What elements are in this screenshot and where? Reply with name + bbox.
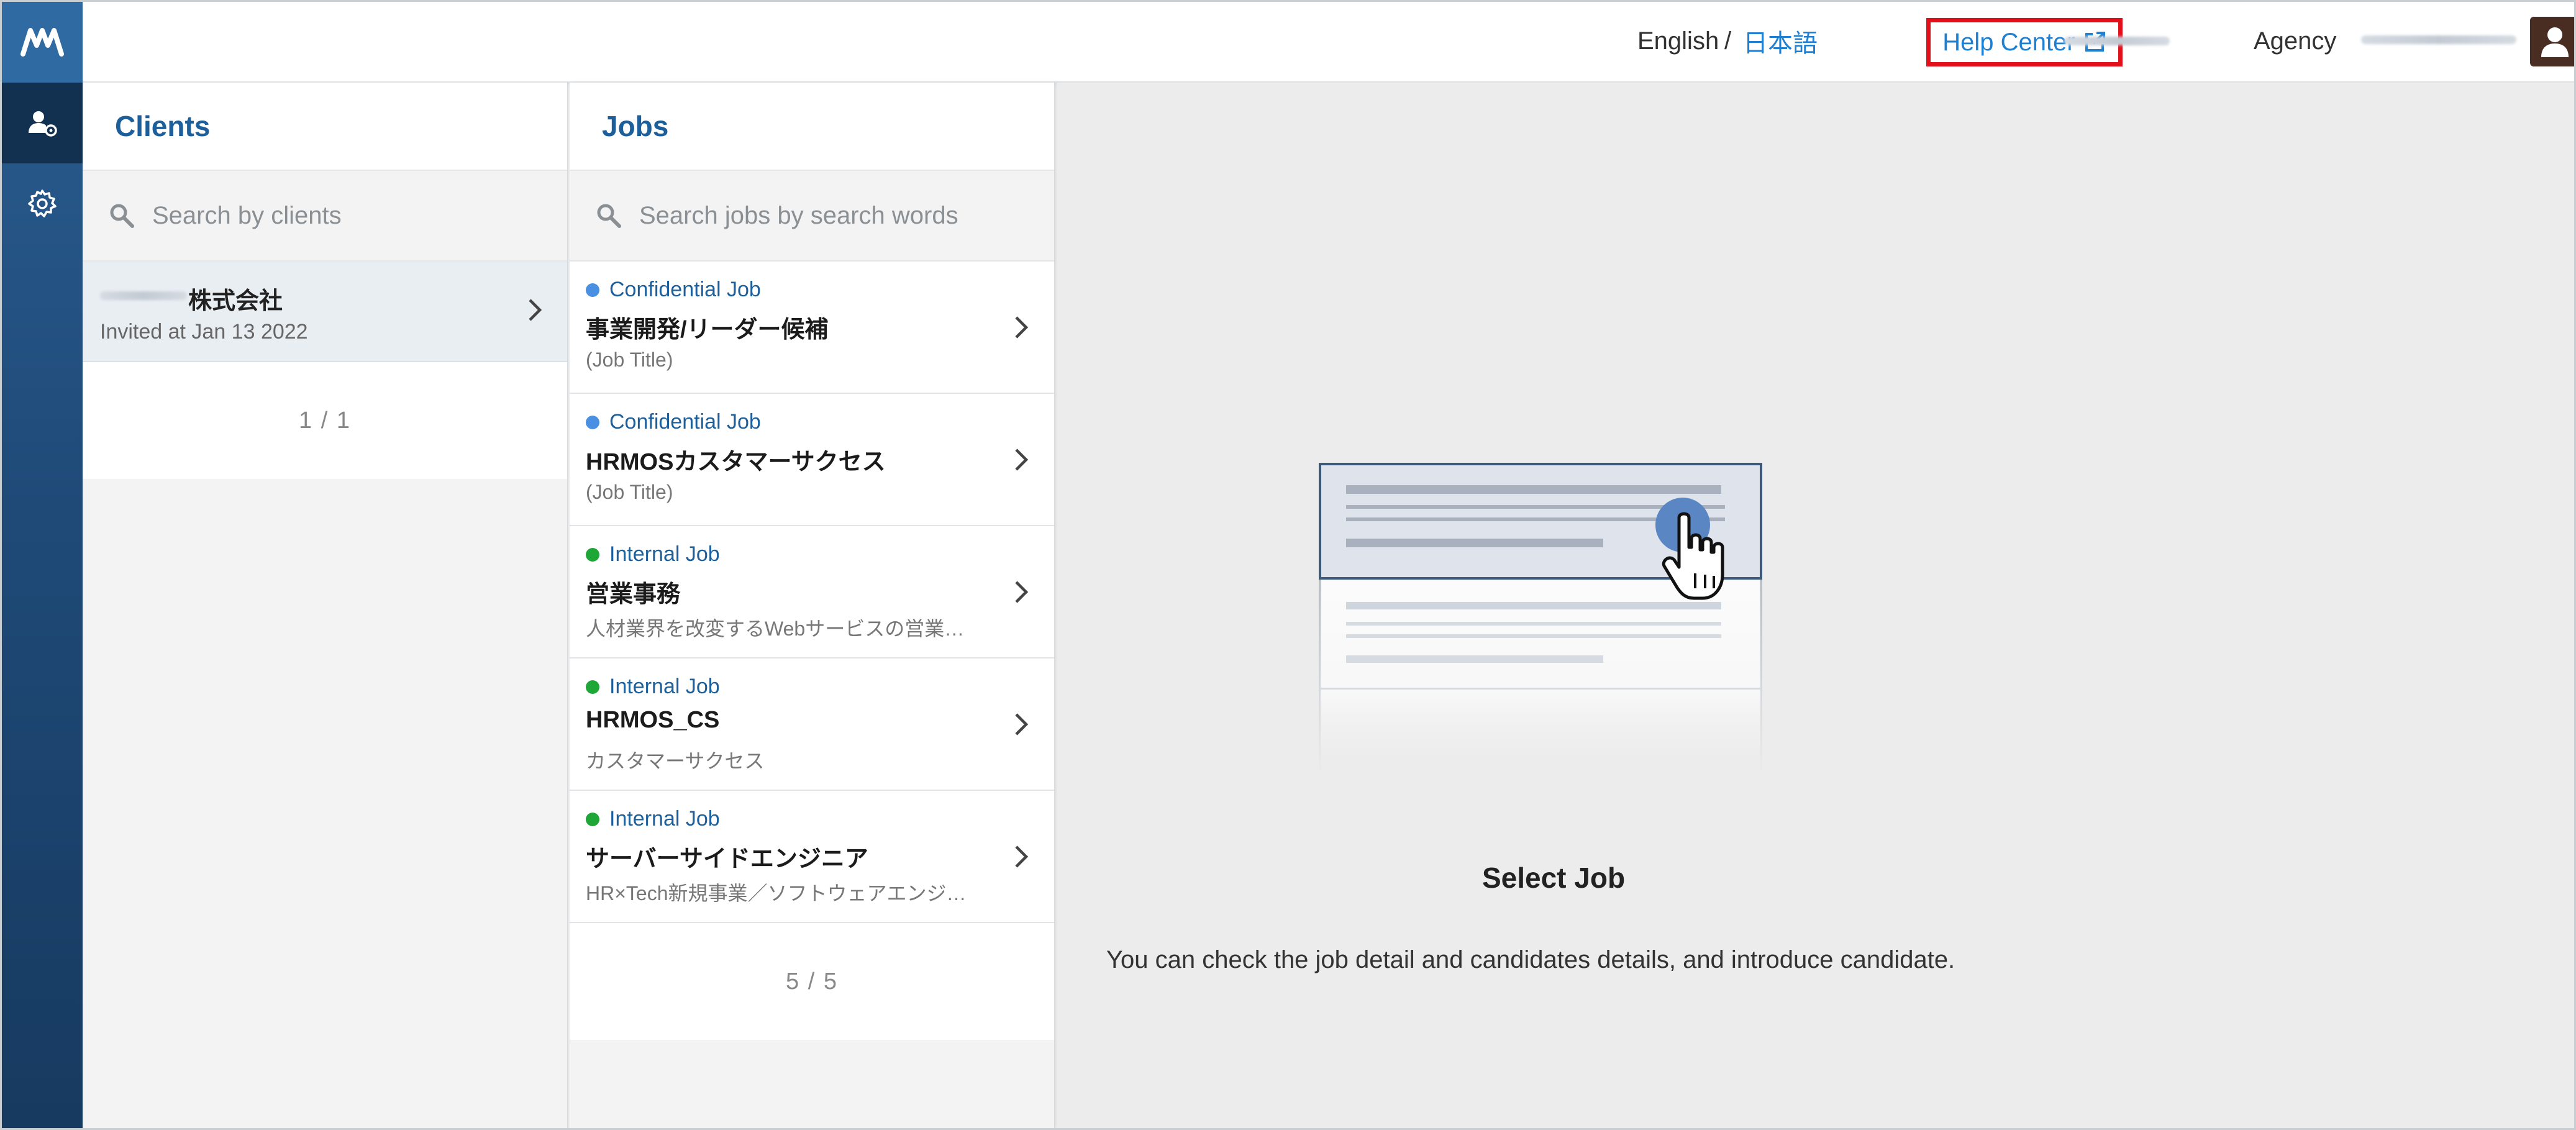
job-title: サーバーサイドエンジニア <box>586 846 868 872</box>
job-type-label: Confidential Job <box>609 410 761 434</box>
language-separator: / <box>1724 27 1732 55</box>
logo-icon <box>20 28 64 57</box>
job-type: Internal Job <box>586 807 720 831</box>
chevron-right-icon <box>529 299 542 321</box>
jobs-title: Jobs <box>570 83 1054 171</box>
nav-rail <box>2 2 83 1128</box>
status-dot <box>586 415 599 429</box>
search-icon <box>110 204 134 228</box>
job-subtitle: (Job Title) <box>586 481 673 503</box>
job-type-label: Confidential Job <box>609 278 761 301</box>
job-list-item[interactable]: Confidential Job 事業開発/リーダー候補 (Job Title) <box>570 262 1054 394</box>
avatar[interactable] <box>2530 17 2574 66</box>
status-dot <box>586 547 599 562</box>
gear-icon <box>28 189 57 217</box>
job-subtitle: 人材業界を改変するWebサービスの営業… <box>586 617 965 640</box>
job-title: HRMOSカスタマーサクセス <box>586 449 886 475</box>
select-job-description: You can check the job detail and candida… <box>1106 946 1955 973</box>
status-dot <box>586 283 599 297</box>
jobs-search <box>570 171 1054 262</box>
clients-panel: Clients 株式会社 Invited at Jan 13 2022 1 / … <box>83 83 568 1128</box>
chevron-right-icon <box>1015 581 1029 603</box>
job-type: Internal Job <box>586 542 720 567</box>
jobs-panel: Jobs Confidential Job 事業開発/リーダー候補 (Job T… <box>570 83 1055 1128</box>
language-japanese[interactable]: 日本語 <box>1743 2 1818 80</box>
job-type-label: Internal Job <box>609 675 720 698</box>
status-dot <box>586 680 599 694</box>
clients-search-input[interactable] <box>152 201 550 230</box>
job-subtitle: カスタマーサクセス <box>586 750 765 772</box>
client-name: 株式会社 <box>188 288 283 314</box>
top-header: English / 日本語 Help Center Agency <box>83 2 2574 83</box>
nav-clients[interactable] <box>2 83 83 163</box>
chevron-right-icon <box>1015 713 1029 736</box>
job-title: HRMOS_CS <box>586 707 720 733</box>
job-subtitle: HR×Tech新規事業／ソフトウェアエンジ… <box>586 882 967 904</box>
job-title: 事業開発/リーダー候補 <box>586 317 829 343</box>
app-logo[interactable] <box>2 2 83 83</box>
nav-settings[interactable] <box>2 163 83 244</box>
job-list-item[interactable]: Confidential Job HRMOSカスタマーサクセス (Job Tit… <box>570 394 1054 526</box>
job-title: 営業事務 <box>586 581 681 608</box>
app-window: English / 日本語 Help Center Agency Clients <box>0 0 2576 1130</box>
clients-title: Clients <box>83 83 567 171</box>
chevron-right-icon <box>1015 845 1029 868</box>
user-icon <box>2541 27 2569 57</box>
language-english[interactable]: English <box>1637 2 1719 80</box>
jobs-pager: 5 / 5 <box>570 923 1054 1040</box>
job-type: Confidential Job <box>586 410 761 434</box>
job-type: Internal Job <box>586 675 720 699</box>
clients-pager: 1 / 1 <box>83 362 567 479</box>
job-type-label: Internal Job <box>609 542 720 566</box>
chevron-right-icon <box>1015 449 1029 471</box>
search-icon <box>597 204 621 228</box>
client-invited-date: Invited at Jan 13 2022 <box>100 320 308 344</box>
redacted-agency-name <box>2064 37 2170 45</box>
jobs-search-input[interactable] <box>639 201 1037 230</box>
job-list-item[interactable]: Internal Job HRMOS_CS カスタマーサクセス <box>570 658 1054 791</box>
chevron-right-icon <box>1015 316 1029 339</box>
redacted-client-prefix <box>100 291 187 300</box>
job-detail-area: Select Job You can check the job detail … <box>1057 83 2574 1128</box>
status-dot <box>586 812 599 826</box>
job-subtitle: (Job Title) <box>586 349 673 371</box>
job-type: Confidential Job <box>586 278 761 302</box>
job-type-label: Internal Job <box>609 807 720 831</box>
agency-label: Agency <box>2254 27 2337 55</box>
help-center-label: Help Center <box>1942 28 2075 56</box>
redacted-user-name <box>2361 35 2516 44</box>
select-job-illustration <box>1319 463 1762 775</box>
job-list-item[interactable]: Internal Job サーバーサイドエンジニア HR×Tech新規事業／ソフ… <box>570 791 1054 923</box>
client-list-item[interactable]: 株式会社 Invited at Jan 13 2022 <box>83 262 567 362</box>
clients-search <box>83 171 567 262</box>
job-list-item[interactable]: Internal Job 営業事務 人材業界を改変するWebサービスの営業… <box>570 526 1054 658</box>
clients-icon <box>29 111 57 137</box>
select-job-title: Select Job <box>1481 862 1626 894</box>
